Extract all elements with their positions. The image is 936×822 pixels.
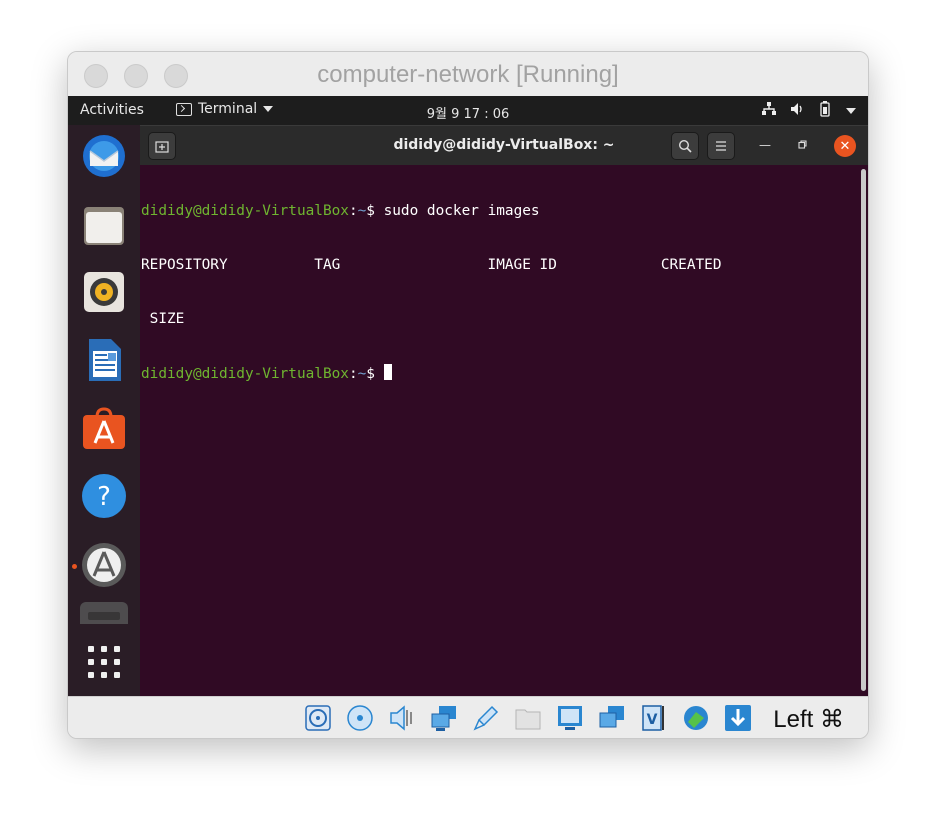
shared-folders-icon[interactable]: [514, 704, 542, 732]
show-applications-icon[interactable]: [88, 646, 120, 678]
running-indicator: [72, 564, 77, 569]
prompt-user: dididy@dididy-VirtualBox: [141, 203, 349, 219]
restore-icon[interactable]: [798, 138, 807, 152]
output-size-line: SIZE: [141, 311, 185, 327]
software-updater-icon[interactable]: [80, 541, 128, 589]
terminal-scrollbar[interactable]: [861, 169, 866, 691]
terminal-icon[interactable]: [80, 602, 128, 624]
clock[interactable]: 9월 9 17 : 06: [68, 103, 868, 122]
svg-text:?: ?: [97, 482, 111, 512]
display-icon[interactable]: [556, 704, 584, 732]
svg-text:V: V: [647, 712, 658, 728]
system-menu-chevron-icon: [846, 108, 856, 114]
files-icon[interactable]: [80, 201, 128, 249]
network-adapter-icon[interactable]: [430, 704, 458, 732]
optical-drive-icon[interactable]: [346, 704, 374, 732]
capture-icon[interactable]: [598, 704, 626, 732]
battery-icon: [818, 101, 832, 121]
cpu-vt-x-icon[interactable]: V: [640, 704, 668, 732]
host-titlebar[interactable]: computer-network [Running]: [68, 52, 868, 96]
usb-icon[interactable]: [472, 704, 500, 732]
download-icon[interactable]: [724, 704, 752, 732]
command-text: sudo docker images: [383, 203, 540, 219]
host-window-title: computer-network [Running]: [317, 61, 619, 88]
terminal-output[interactable]: dididy@dididy-VirtualBox:~$ sudo docker …: [141, 166, 858, 696]
ubuntu-dock: ?: [68, 125, 140, 696]
hard-disk-icon[interactable]: [304, 704, 332, 732]
ubuntu-software-icon[interactable]: [80, 404, 128, 452]
host-key-indicator[interactable]: Left ⌘: [773, 705, 844, 734]
system-tray[interactable]: [762, 101, 856, 121]
menu-button[interactable]: [707, 132, 735, 160]
terminal-headerbar[interactable]: dididy@dididy-VirtualBox: ~ — ✕: [140, 125, 868, 165]
prompt-path: ~: [357, 203, 367, 219]
guest-screen[interactable]: Activities Terminal 9월 9 17 : 06 ? didid…: [68, 96, 868, 696]
close-icon[interactable]: ✕: [834, 135, 856, 157]
rhythmbox-icon[interactable]: [80, 268, 128, 316]
active-prompt-line: dididy@dididy-VirtualBox:~$: [141, 364, 858, 382]
hamburger-icon: [716, 141, 726, 151]
libreoffice-writer-icon[interactable]: [80, 336, 128, 384]
output-header-line: REPOSITORY TAG IMAGE ID CREATED: [141, 257, 722, 273]
text-cursor: [383, 364, 392, 380]
minimize-icon[interactable]: —: [759, 138, 771, 152]
prompt-path: ~: [357, 366, 367, 382]
vbox-status-bar: V Left ⌘: [68, 696, 868, 738]
prompt-symbol: $: [366, 366, 384, 382]
volume-icon: [790, 102, 804, 120]
thunderbird-icon[interactable]: [80, 132, 128, 180]
prompt-symbol: $: [366, 203, 384, 219]
search-button[interactable]: [671, 132, 699, 160]
guest-additions-icon[interactable]: [682, 704, 710, 732]
prompt-separator: :: [348, 366, 358, 382]
prompt-separator: :: [348, 203, 358, 219]
search-icon: [678, 139, 692, 153]
network-icon: [762, 102, 776, 120]
command-line: dididy@dididy-VirtualBox:~$ sudo docker …: [141, 202, 858, 220]
audio-icon[interactable]: [388, 704, 416, 732]
prompt-user: dididy@dididy-VirtualBox: [141, 366, 349, 382]
help-icon[interactable]: ?: [80, 472, 128, 520]
virtualbox-window: computer-network [Running] Activities Te…: [67, 51, 869, 739]
gnome-top-bar: Activities Terminal 9월 9 17 : 06: [68, 96, 868, 125]
terminal-window[interactable]: dididy@dididy-VirtualBox: ~ — ✕ dididy@d…: [140, 125, 868, 696]
